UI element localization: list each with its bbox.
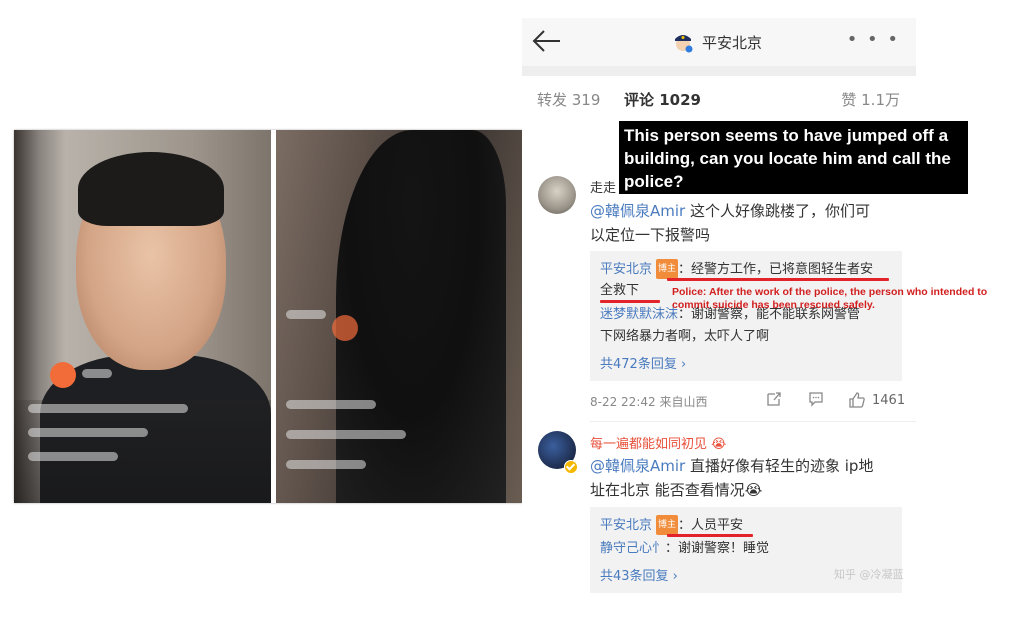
crying-emoji-icon: 😭 — [711, 437, 727, 452]
translation-caption: This person seems to have jumped off a b… — [619, 121, 968, 194]
highlight-underline — [667, 278, 889, 281]
like-count: 1461 — [872, 393, 906, 408]
comment-divider — [590, 421, 916, 422]
tab-bar: 转发 319 评论 1029 赞 1.1万 — [522, 76, 916, 122]
livestream-frame-left — [14, 130, 271, 503]
chat-avatar-bubble — [50, 362, 76, 388]
livestream-screenshot — [14, 130, 522, 503]
comment-username[interactable]: 走走 — [590, 177, 616, 196]
reply-text: ：谢谢警察！睡觉 — [665, 541, 770, 556]
reply-author[interactable]: 平安北京 — [600, 262, 652, 277]
crying-emoji-icon: 😭 — [744, 481, 763, 499]
highlight-underline — [667, 534, 753, 537]
more-replies-link[interactable]: 共472条回复 › — [600, 353, 686, 372]
blurred-chat-line — [28, 428, 148, 437]
tab-comment[interactable]: 评论 1029 — [624, 89, 701, 110]
reply-line: 静守己心忄：谢谢警察！睡觉 — [600, 539, 769, 559]
comment-meta: 8-22 22:42 来自山西 1461 — [590, 391, 906, 411]
more-dots-icon[interactable]: • • • — [847, 29, 900, 50]
chat-avatar-bubble — [332, 315, 358, 341]
comment-text-line: 这个人好像跳楼了，你们可 — [685, 202, 870, 220]
comment-text: @韓佩泉Amir 直播好像有轻生的迹象 ip地 址在北京 能否查看情况😭 — [590, 454, 910, 502]
reply-line: 平安北京 博主 ：人员平安 — [600, 515, 743, 536]
police-reply-translation: Police: After the work of the police, th… — [672, 286, 988, 311]
thumbs-up-icon[interactable] — [848, 391, 866, 409]
username-text: 每一遍都能如同初见 — [590, 437, 708, 452]
livestream-frame-right — [276, 130, 522, 503]
blurred-chat-line — [286, 460, 366, 469]
verified-badge-icon — [564, 460, 578, 474]
police-avatar-icon — [675, 35, 693, 53]
account-title[interactable]: 平安北京 — [672, 30, 762, 54]
page-title: 平安北京 — [702, 33, 763, 52]
share-icon[interactable] — [766, 391, 782, 407]
blurred-chat-line — [286, 310, 326, 319]
watermark: 知乎 @冷凝蓝 — [834, 568, 904, 581]
tab-repost[interactable]: 转发 319 — [537, 89, 600, 110]
reply-text: 下网络暴力者啊，太吓人了啊 — [600, 329, 770, 344]
mention-link[interactable]: @韓佩泉Amir — [590, 457, 685, 475]
blurred-chat-line — [286, 430, 406, 439]
streamer-hair — [78, 152, 224, 226]
author-tag: 博主 — [656, 515, 679, 535]
back-arrow-icon[interactable] — [532, 28, 562, 54]
reply-author[interactable]: 静守己心忄 — [600, 541, 665, 556]
reply-text: ：经警方工作，已将意图轻生者安 — [678, 262, 874, 277]
highlight-underline — [600, 300, 660, 303]
dark-figure — [336, 130, 506, 503]
comment-text: @韓佩泉Amir 这个人好像跳楼了，你们可 以定位一下报警吗 — [590, 199, 910, 247]
avatar[interactable] — [538, 176, 576, 214]
comment-text-line: 以定位一下报警吗 — [590, 226, 711, 244]
reply-author[interactable]: 平安北京 — [600, 518, 652, 533]
section-separator — [522, 66, 916, 76]
blurred-chat-line — [28, 452, 118, 461]
tab-like[interactable]: 赞 1.1万 — [841, 89, 900, 110]
reply-preview-box[interactable]: 平安北京 博主 ：经警方工作，已将意图轻生者安 全救下 迷梦默默沫沫：谢谢警察，能不… — [590, 251, 902, 381]
reply-author[interactable]: 迷梦默默沫沫 — [600, 307, 678, 322]
reply-line: 全救下 — [600, 281, 639, 301]
reply-text: 全救下 — [600, 283, 640, 298]
comment-text-line: 直播好像有轻生的迹象 ip地 — [685, 457, 874, 475]
author-tag: 博主 — [656, 259, 679, 279]
more-replies-link[interactable]: 共43条回复 › — [600, 565, 678, 584]
mention-link[interactable]: @韓佩泉Amir — [590, 202, 685, 220]
comment-icon[interactable] — [808, 391, 824, 407]
comment-time-location: 8-22 22:42 来自山西 — [590, 395, 708, 409]
comment-text-line: 址在北京 能否查看情况 — [590, 481, 745, 499]
blurred-chat-line — [286, 400, 376, 409]
reply-line: 下网络暴力者啊，太吓人了啊 — [600, 327, 769, 347]
reply-line: 平安北京 博主 ：经警方工作，已将意图轻生者安 — [600, 259, 873, 280]
comment-username[interactable]: 每一遍都能如同初见 😭 — [590, 433, 726, 452]
top-navigation-bar: 平安北京 • • • — [522, 18, 916, 66]
blurred-chat-line — [28, 404, 188, 413]
reply-text: ：人员平安 — [678, 518, 744, 533]
blurred-chat-line — [82, 369, 112, 378]
